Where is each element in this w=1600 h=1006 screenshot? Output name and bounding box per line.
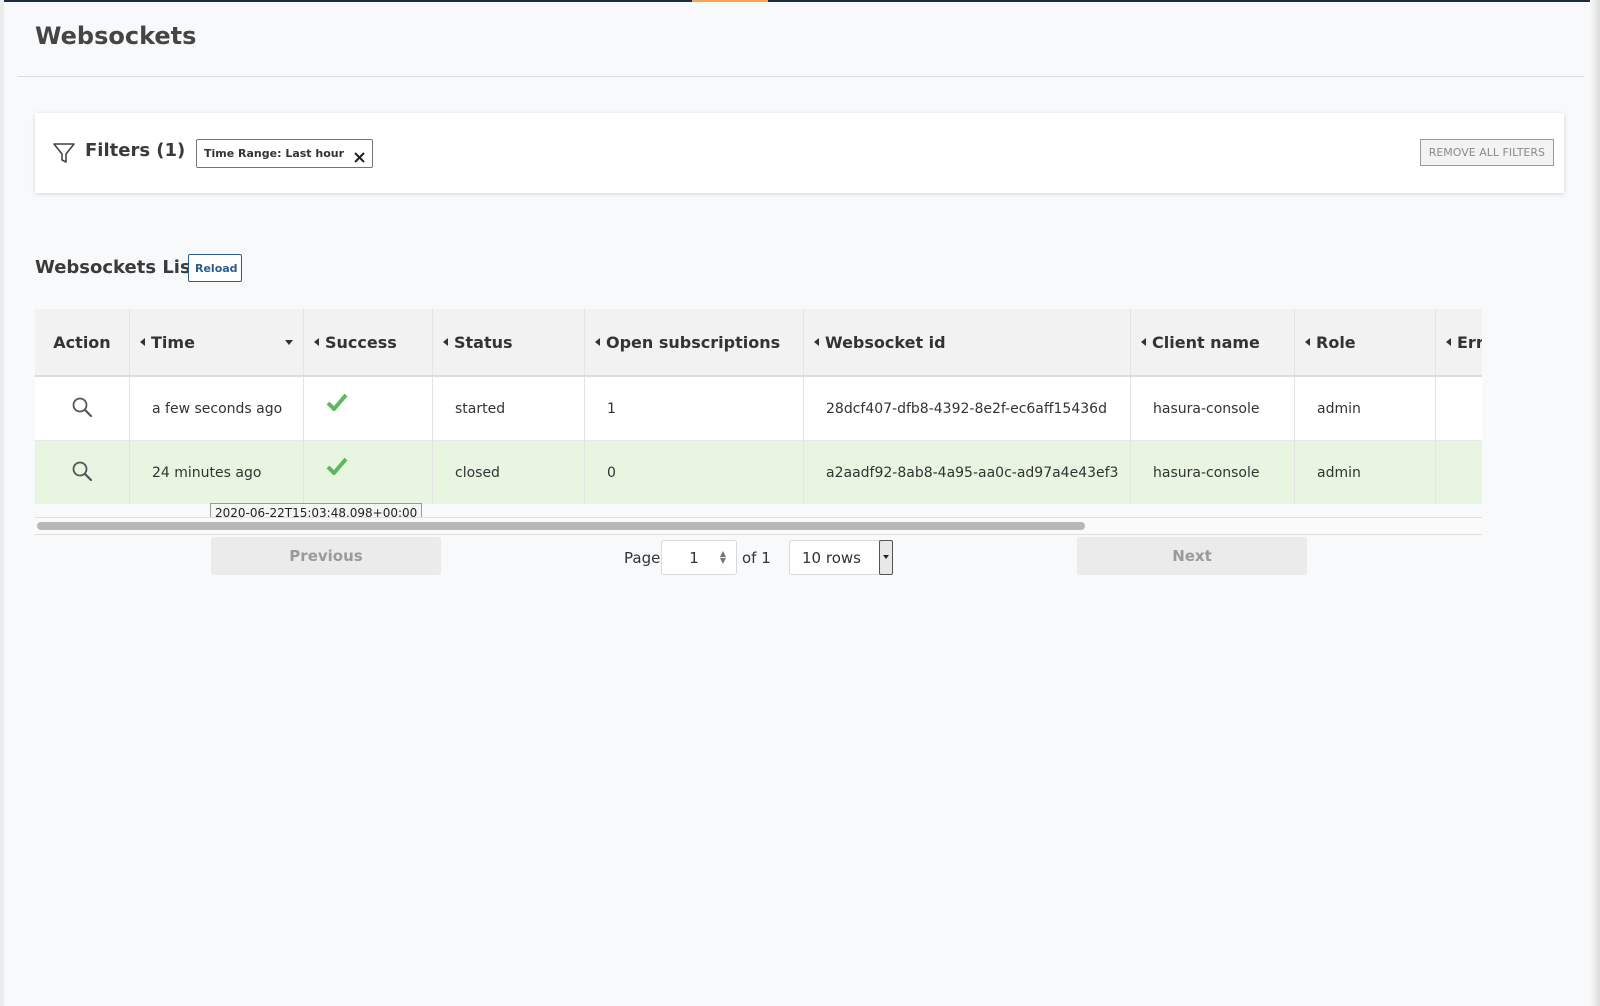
open-subscriptions-cell: 0 (585, 441, 804, 504)
previous-button[interactable]: Previous (211, 537, 441, 575)
filters-label: Filters (1) (85, 140, 186, 161)
sort-arrow-icon (140, 338, 145, 346)
rows-per-page-value: 10 rows (802, 549, 861, 567)
sort-arrow-icon (1305, 338, 1310, 346)
left-edge (0, 0, 4, 1006)
filter-icon[interactable] (52, 141, 76, 169)
websocket-id-cell: 28dcf407-dfb8-4392-8e2f-ec6aff15436d (804, 377, 1131, 440)
client-name-cell: hasura-console (1131, 377, 1295, 440)
column-header-success[interactable]: Success (304, 309, 433, 375)
status-cell: closed (433, 441, 585, 504)
column-header-action: Action (35, 309, 130, 375)
top-bar (0, 0, 1600, 2)
check-icon (326, 457, 348, 479)
time-cell: 24 minutes ago (130, 441, 304, 504)
page-label: Page (624, 549, 661, 567)
next-button[interactable]: Next (1077, 537, 1307, 575)
action-cell (35, 441, 130, 504)
rows-per-page-select[interactable]: 10 rows (789, 540, 893, 575)
role-cell: admin (1295, 441, 1436, 504)
title-divider (18, 76, 1584, 77)
success-cell (304, 377, 433, 440)
errors-cell (1436, 441, 1482, 504)
column-header-role[interactable]: Role (1295, 309, 1436, 375)
column-header-time[interactable]: Time (130, 309, 304, 375)
websockets-table: Action Time Success Status Open subscrip… (35, 309, 1482, 504)
page-total-label: of 1 (742, 549, 771, 567)
column-header-websocket-id[interactable]: Websocket id (804, 309, 1131, 375)
search-icon[interactable] (71, 396, 93, 422)
role-cell: admin (1295, 377, 1436, 440)
column-header-client-name[interactable]: Client name (1131, 309, 1295, 375)
reload-button[interactable]: Reload (188, 254, 242, 282)
table-row: 24 minutes ago closed 0 a2aadf92-8ab8-4a… (35, 441, 1482, 504)
client-name-cell: hasura-console (1131, 441, 1295, 504)
close-icon[interactable] (353, 147, 366, 163)
errors-cell (1436, 377, 1482, 440)
page-stepper-icon[interactable]: ▲ ▼ (719, 550, 727, 565)
sort-arrow-icon (314, 338, 319, 346)
sort-arrow-icon (814, 338, 819, 346)
websocket-id-cell: a2aadf92-8ab8-4a95-aa0c-ad97a4e43ef3 (804, 441, 1131, 504)
scrollbar-thumb[interactable] (37, 522, 1085, 530)
top-bar-accent (692, 0, 768, 2)
horizontal-scrollbar[interactable] (35, 517, 1482, 535)
chevron-down-icon[interactable] (285, 340, 293, 345)
remove-all-filters-button[interactable]: REMOVE ALL FILTERS (1419, 139, 1554, 166)
filters-panel: Filters (1) Time Range: Last hour REMOVE… (35, 113, 1564, 193)
filter-chip-time-range[interactable]: Time Range: Last hour (196, 139, 374, 168)
sort-arrow-icon (443, 338, 448, 346)
check-icon (326, 393, 348, 415)
websockets-list-title: Websockets List (35, 257, 200, 278)
right-edge (1590, 0, 1600, 1006)
page-title: Websockets (35, 22, 197, 50)
status-cell: started (433, 377, 585, 440)
column-header-errors[interactable]: Errors (1436, 309, 1482, 375)
time-cell: a few seconds ago (130, 377, 304, 440)
search-icon[interactable] (71, 460, 93, 486)
table-header-row: Action Time Success Status Open subscrip… (35, 309, 1482, 377)
sort-arrow-icon (1141, 338, 1146, 346)
sort-arrow-icon (1446, 338, 1451, 346)
table-row: a few seconds ago started 1 28dcf407-dfb… (35, 377, 1482, 441)
success-cell (304, 441, 433, 504)
action-cell (35, 377, 130, 440)
chevron-down-icon[interactable] (879, 540, 893, 575)
sort-arrow-icon (595, 338, 600, 346)
column-header-open-subscriptions[interactable]: Open subscriptions (585, 309, 804, 375)
open-subscriptions-cell: 1 (585, 377, 804, 440)
column-header-status[interactable]: Status (433, 309, 585, 375)
filter-chip-label: Time Range: Last hour (204, 147, 345, 160)
